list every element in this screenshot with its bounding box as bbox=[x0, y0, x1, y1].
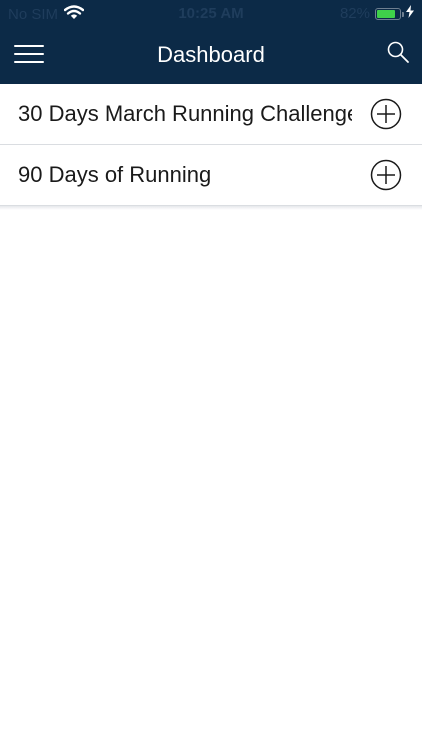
plus-circle-icon[interactable] bbox=[370, 98, 402, 130]
header: No SIM 10:25 AM 82% Dashboard bbox=[0, 0, 422, 84]
search-icon[interactable] bbox=[386, 40, 410, 64]
battery-fill bbox=[377, 9, 395, 18]
list-shadow bbox=[0, 206, 422, 210]
status-right: 82% bbox=[340, 5, 414, 22]
charging-bolt-icon bbox=[406, 5, 414, 22]
list-item[interactable]: 30 Days March Running Challenge bbox=[0, 84, 422, 145]
list-item[interactable]: 90 Days of Running bbox=[0, 145, 422, 206]
status-bar: No SIM 10:25 AM 82% bbox=[0, 0, 422, 28]
challenge-title: 30 Days March Running Challenge bbox=[18, 101, 352, 126]
battery-percent: 82% bbox=[339, 5, 370, 22]
dashboard-screen: No SIM 10:25 AM 82% Dashboard 30 Days Ma… bbox=[0, 0, 422, 750]
page-title: Dashboard bbox=[157, 42, 265, 67]
challenge-list: 30 Days March Running Challenge 90 Days … bbox=[0, 84, 422, 210]
nav-bar: Dashboard bbox=[0, 28, 422, 84]
battery-icon bbox=[375, 7, 404, 20]
plus-circle-icon[interactable] bbox=[370, 159, 402, 191]
challenge-title: 90 Days of Running bbox=[18, 162, 212, 187]
